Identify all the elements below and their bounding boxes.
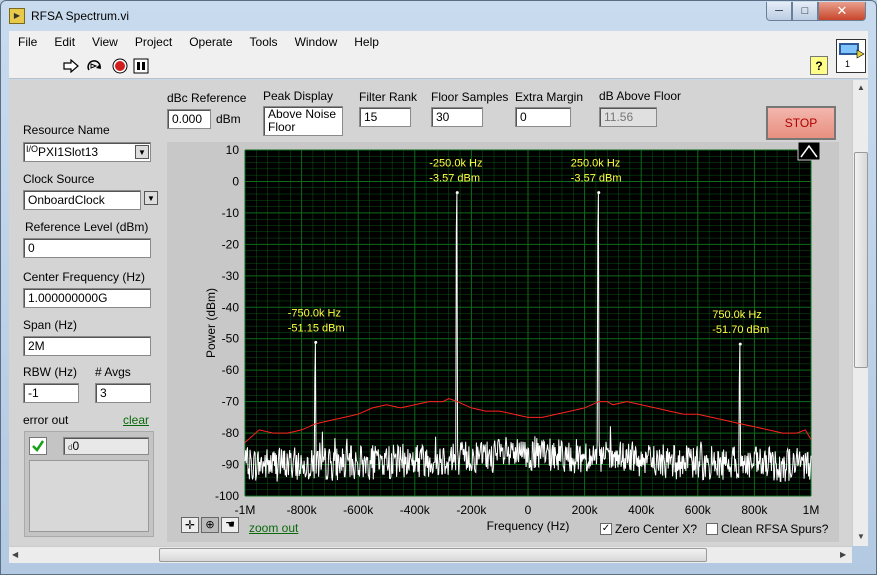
front-panel: dBc Reference 0.000 dBm Peak Display Abo… bbox=[9, 80, 852, 546]
scroll-up-arrow-icon[interactable]: ▲ bbox=[857, 83, 865, 92]
y-tick-label: -40 bbox=[222, 300, 240, 314]
horizontal-scroll-thumb[interactable] bbox=[159, 548, 707, 562]
peak-marker bbox=[455, 191, 459, 195]
peak-marker bbox=[738, 342, 742, 346]
peak-marker bbox=[597, 191, 601, 195]
pan-hand-icon[interactable]: ☚ bbox=[221, 517, 239, 533]
y-tick-label: -80 bbox=[222, 426, 240, 440]
x-tick-label: 0 bbox=[525, 503, 532, 517]
horizontal-scrollbar[interactable]: ◀ ▶ bbox=[9, 546, 852, 563]
y-tick-label: -60 bbox=[222, 363, 240, 377]
scale-legend-button[interactable] bbox=[797, 141, 821, 161]
crosshair-cursor-icon[interactable]: ✛ bbox=[181, 517, 199, 533]
zoom-out-link[interactable]: zoom out bbox=[249, 521, 298, 535]
title-bar[interactable]: ▶ RFSA Spectrum.vi ─ □ ✕ bbox=[1, 1, 876, 31]
menu-view[interactable]: View bbox=[83, 35, 126, 49]
x-tick-label: -1M bbox=[235, 503, 256, 517]
peak-power-label: -3.57 dBm bbox=[429, 173, 480, 185]
menu-project[interactable]: Project bbox=[126, 35, 180, 49]
x-tick-label: 600k bbox=[685, 503, 712, 517]
clean-spurs-label: Clean RFSA Spurs? bbox=[721, 522, 829, 536]
app-window: ▶ RFSA Spectrum.vi ─ □ ✕ File Edit View … bbox=[0, 0, 877, 575]
peak-power-label: -51.15 dBm bbox=[288, 322, 345, 334]
run-arrow-icon[interactable] bbox=[61, 57, 81, 75]
scroll-down-arrow-icon[interactable]: ▼ bbox=[857, 532, 865, 541]
menu-bar: File Edit View Project Operate Tools Win… bbox=[9, 31, 868, 53]
y-tick-label: -50 bbox=[222, 332, 240, 346]
menu-tools[interactable]: Tools bbox=[241, 35, 286, 49]
peak-power-label: -3.57 dBm bbox=[571, 173, 622, 185]
zero-center-label: Zero Center X? bbox=[615, 522, 698, 536]
x-axis-label: Frequency (Hz) bbox=[487, 519, 570, 533]
minimize-button[interactable]: ─ bbox=[766, 2, 792, 21]
menu-window[interactable]: Window bbox=[286, 35, 346, 49]
y-tick-label: -30 bbox=[222, 269, 240, 283]
x-tick-label: -200k bbox=[456, 503, 487, 517]
toolbar: ? 1 bbox=[9, 39, 868, 79]
y-tick-label: -90 bbox=[222, 458, 240, 472]
menu-file[interactable]: File bbox=[9, 35, 45, 49]
vi-icon-label: 1 bbox=[845, 59, 850, 69]
x-tick-label: 1M bbox=[803, 503, 820, 517]
x-tick-label: -600k bbox=[343, 503, 374, 517]
x-tick-label: -800k bbox=[287, 503, 318, 517]
run-continuously-icon[interactable] bbox=[85, 57, 105, 75]
zero-center-checkbox[interactable]: ✓ bbox=[600, 523, 612, 535]
spectrum-chart[interactable]: -750.0k Hz -51.15 dBm -250.0k Hz -3.57 dBm 2… bbox=[9, 80, 852, 546]
vertical-scroll-thumb[interactable] bbox=[854, 152, 868, 368]
abort-icon[interactable] bbox=[110, 57, 130, 75]
y-tick-label: -100 bbox=[215, 489, 239, 503]
x-tick-label: -400k bbox=[400, 503, 431, 517]
menu-help[interactable]: Help bbox=[345, 35, 387, 49]
zoom-magnifier-icon[interactable]: ⊕ bbox=[201, 517, 219, 533]
window-title: RFSA Spectrum.vi bbox=[31, 9, 130, 23]
y-axis-label: Power (dBm) bbox=[204, 288, 218, 358]
x-tick-label: 400k bbox=[628, 503, 655, 517]
menu-operate[interactable]: Operate bbox=[180, 35, 240, 49]
y-tick-label: -70 bbox=[222, 395, 240, 409]
pause-icon[interactable] bbox=[131, 57, 151, 75]
clean-spurs-checkbox[interactable] bbox=[706, 523, 718, 535]
peak-marker bbox=[314, 340, 318, 344]
peak-frequency-label: -250.0k Hz bbox=[429, 158, 482, 170]
y-tick-label: -10 bbox=[222, 206, 240, 220]
scroll-right-arrow-icon[interactable]: ▶ bbox=[840, 550, 846, 559]
peak-frequency-label: 750.0k Hz bbox=[712, 309, 762, 321]
context-help-button[interactable]: ? bbox=[810, 56, 828, 75]
peak-power-label: -51.70 dBm bbox=[712, 324, 769, 336]
peak-frequency-label: -750.0k Hz bbox=[288, 307, 341, 319]
y-tick-label: 0 bbox=[232, 174, 239, 188]
scroll-left-arrow-icon[interactable]: ◀ bbox=[12, 550, 18, 559]
x-tick-label: 200k bbox=[572, 503, 599, 517]
vi-connector-icon: 1 bbox=[836, 39, 866, 73]
y-tick-label: 10 bbox=[226, 143, 240, 157]
x-tick-label: 800k bbox=[741, 503, 768, 517]
maximize-button[interactable]: □ bbox=[792, 2, 818, 21]
menu-edit[interactable]: Edit bbox=[45, 35, 83, 49]
vertical-scrollbar[interactable]: ▲ ▼ bbox=[852, 80, 868, 546]
labview-vi-icon: ▶ bbox=[9, 8, 25, 24]
close-button[interactable]: ✕ bbox=[818, 2, 866, 21]
y-tick-label: -20 bbox=[222, 237, 240, 251]
peak-frequency-label: 250.0k Hz bbox=[571, 158, 621, 170]
